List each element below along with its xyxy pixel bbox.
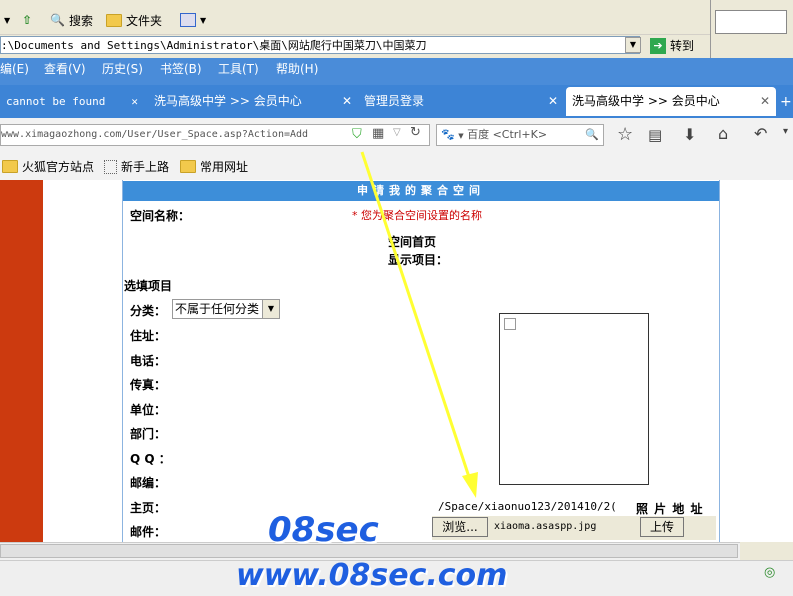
arrow-head [462,472,478,498]
annotation-arrow [360,151,478,498]
watermark-logo: 08sec [268,510,379,550]
watermark-url: www.08sec.com [236,558,508,593]
status-globe-icon[interactable]: ◎ [764,565,775,580]
arrow-line [360,151,472,481]
